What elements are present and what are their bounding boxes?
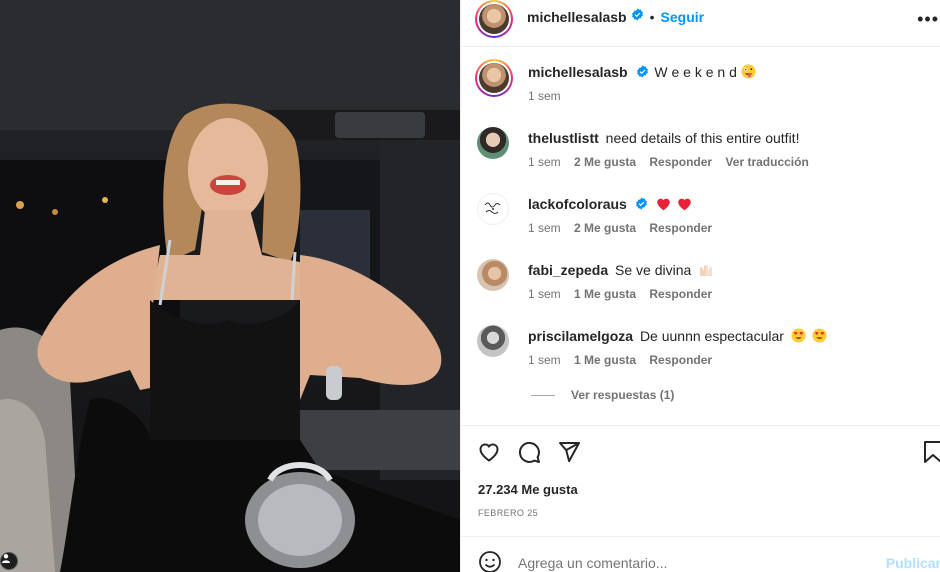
commenter-avatar[interactable]: [477, 259, 509, 291]
red-heart-emoji-icon: [677, 197, 692, 214]
likes-count[interactable]: 27.234 Me gusta: [478, 482, 578, 497]
separator-dot: •: [649, 9, 655, 25]
comment-meta: 1 sem 1 Me gusta Responder: [528, 353, 722, 367]
comment-text: lackofcoloraus: [528, 196, 692, 214]
post-photo[interactable]: [0, 0, 460, 572]
post-details-panel: michellesalasb • Seguir ••• michellesala…: [460, 0, 940, 572]
comment-text: fabi_zepeda Se ve divina: [528, 262, 714, 280]
post-date[interactable]: FEBRERO 25: [478, 508, 538, 518]
share-icon[interactable]: [557, 440, 581, 469]
lack-of-color-logo-icon: [484, 202, 501, 214]
view-replies-button[interactable]: Ver respuestas (1): [531, 388, 674, 402]
comment-time: 1 sem: [528, 287, 561, 301]
tagged-user-icon[interactable]: [0, 552, 18, 570]
author-avatar[interactable]: [475, 0, 513, 38]
caption-meta: 1 sem: [528, 89, 571, 103]
comment-text: priscilamelgoza De uunnn espectacular: [528, 328, 827, 346]
emoji-icon[interactable]: [478, 550, 502, 572]
reply-button[interactable]: Responder: [649, 287, 712, 301]
commenter-avatar[interactable]: [477, 193, 509, 225]
comment-body: need details of this entire outfit!: [605, 130, 800, 146]
caption-text: michellesalasb W e e k e n d: [528, 64, 756, 82]
commenter-avatar[interactable]: [477, 127, 509, 159]
verified-badge-icon: [635, 197, 648, 213]
comment-username[interactable]: thelustlistt: [528, 130, 599, 146]
comment-body: Se ve divina: [615, 262, 692, 278]
add-comment-bar: Publicar: [461, 536, 940, 572]
caption-body: W e e k e n d: [654, 64, 737, 80]
heart-eyes-emoji-icon: [812, 328, 827, 346]
comment-time: 1 sem: [528, 221, 561, 235]
comment-username[interactable]: fabi_zepeda: [528, 262, 608, 278]
verified-badge-icon: [636, 65, 649, 81]
commenter-avatar[interactable]: [477, 325, 509, 357]
comment-icon[interactable]: [517, 440, 541, 469]
more-options-icon[interactable]: •••: [917, 9, 939, 30]
comment-text: thelustlistt need details of this entire…: [528, 130, 799, 146]
reply-button[interactable]: Responder: [649, 221, 712, 235]
caption-author[interactable]: michellesalasb: [528, 64, 628, 80]
comment-time: 1 sem: [528, 353, 561, 367]
comment-likes[interactable]: 1 Me gusta: [574, 287, 636, 301]
heart-eyes-emoji-icon: [791, 328, 806, 346]
comment-username[interactable]: lackofcoloraus: [528, 196, 627, 212]
caption-author-avatar[interactable]: [475, 59, 513, 97]
post-header: michellesalasb • Seguir •••: [461, 0, 940, 47]
comments-list: michellesalasb W e e k e n d 1 sem thelu…: [461, 48, 940, 425]
zany-face-emoji-icon: [741, 64, 756, 82]
reply-button[interactable]: Responder: [649, 155, 712, 169]
reply-button[interactable]: Responder: [649, 353, 712, 367]
comment-likes[interactable]: 2 Me gusta: [574, 155, 636, 169]
publish-button[interactable]: Publicar: [886, 555, 940, 571]
verified-badge-icon: [631, 8, 644, 26]
comment-meta: 1 sem 2 Me gusta Responder: [528, 221, 722, 235]
follow-button[interactable]: Seguir: [661, 9, 705, 25]
heart-icon[interactable]: [477, 440, 501, 469]
comment-username[interactable]: priscilamelgoza: [528, 328, 633, 344]
comment-body: De uunnn espectacular: [639, 328, 784, 344]
caption-time: 1 sem: [528, 89, 561, 103]
person-icon: [2, 554, 10, 563]
comment-likes[interactable]: 2 Me gusta: [574, 221, 636, 235]
translate-button[interactable]: Ver traducción: [725, 155, 808, 169]
bookmark-icon[interactable]: [923, 440, 940, 469]
raised-hands-emoji-icon: [698, 263, 714, 280]
comment-input[interactable]: [518, 555, 818, 571]
replies-divider: [531, 394, 555, 396]
red-heart-emoji-icon: [656, 197, 671, 214]
comment-likes[interactable]: 1 Me gusta: [574, 353, 636, 367]
comment-time: 1 sem: [528, 155, 561, 169]
post-actions: 27.234 Me gusta FEBRERO 25: [461, 425, 940, 535]
photo-illustration: [0, 0, 460, 572]
comment-meta: 1 sem 1 Me gusta Responder: [528, 287, 722, 301]
comment-meta: 1 sem 2 Me gusta Responder Ver traducció…: [528, 155, 819, 169]
view-replies-label: Ver respuestas (1): [571, 388, 675, 402]
author-username[interactable]: michellesalasb: [527, 9, 627, 25]
